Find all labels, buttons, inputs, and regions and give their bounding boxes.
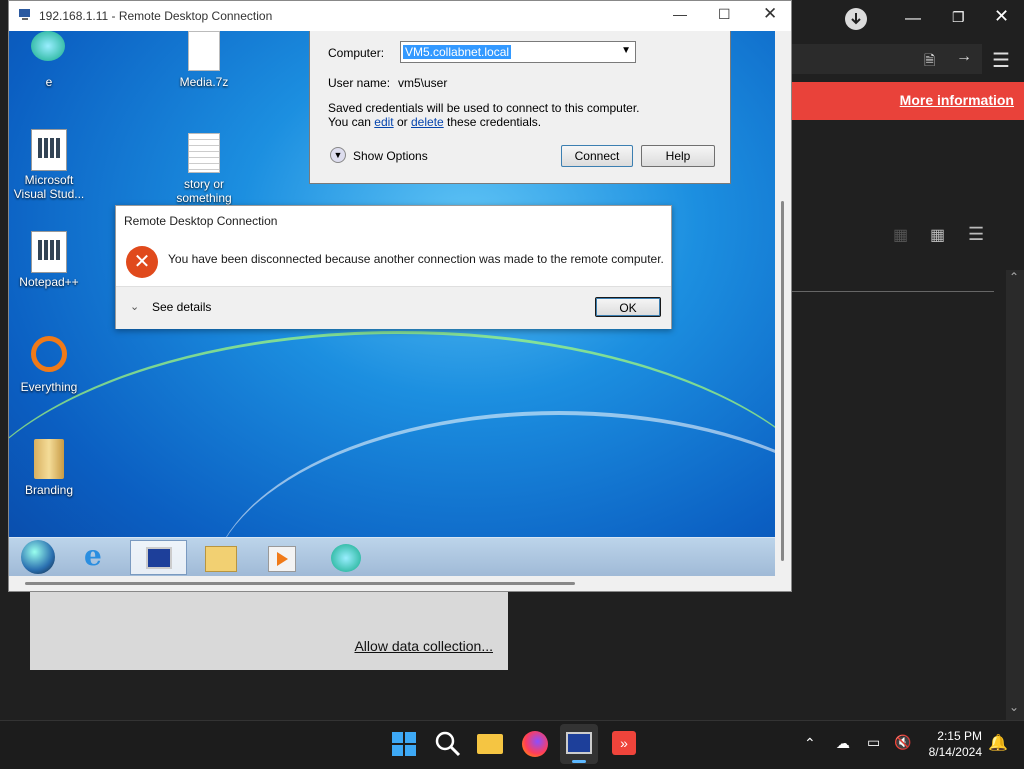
note-text: or xyxy=(396,115,408,129)
internet-explorer-icon[interactable]: e xyxy=(71,540,125,575)
search-icon[interactable] xyxy=(433,729,463,759)
clock[interactable]: 2:15 PM 8/14/2024 xyxy=(922,729,982,759)
rdp-window-title: 192.168.1.11 - Remote Desktop Connection xyxy=(39,9,273,23)
clock-date: 8/14/2024 xyxy=(928,745,982,759)
anydesk-icon[interactable]: » xyxy=(610,729,640,759)
dropdown-arrow-icon[interactable]: ▼ xyxy=(621,45,631,56)
remote-desktop[interactable]: e Media.7z Microsoft Visual Stud... stor… xyxy=(9,31,775,576)
desktop-icon-label: story or something xyxy=(176,177,232,205)
computer-label: Computer: xyxy=(328,46,385,60)
info-banner: More information xyxy=(792,82,1024,120)
ok-button[interactable]: OK xyxy=(595,297,661,317)
error-icon: ✕ xyxy=(126,246,158,278)
rdp-close-icon[interactable]: ✕ xyxy=(763,4,777,24)
address-bar[interactable]: 🗎 → xyxy=(792,44,982,74)
host-scrollbar[interactable]: ⌃ ⌄ xyxy=(1006,270,1024,720)
note-text: You can xyxy=(328,115,371,129)
remote-taskbar: e xyxy=(9,537,775,576)
visual-studio-icon xyxy=(31,129,67,171)
volume-muted-icon[interactable]: 🔇 xyxy=(894,734,911,751)
media-player-icon[interactable] xyxy=(255,540,309,575)
delete-link[interactable]: delete xyxy=(411,115,444,129)
desktop-icon-media[interactable]: Media.7z xyxy=(164,31,244,89)
host-taskbar: » ⌃ ☁ ▭ 🔇 2:15 PM 8/14/2024 🔔 xyxy=(0,720,1024,769)
desktop-icon-label: Branding xyxy=(24,483,74,497)
grid-small-icon[interactable]: ▦ xyxy=(893,225,908,245)
show-options-label[interactable]: Show Options xyxy=(353,149,428,163)
scroll-up-icon[interactable]: ⌃ xyxy=(1009,270,1019,284)
see-details-chevron-icon[interactable]: ⌄ xyxy=(130,300,139,313)
menu-icon[interactable]: ☰ xyxy=(992,48,1010,73)
credentials-links: You can edit or delete these credentials… xyxy=(328,115,541,129)
connect-button[interactable]: Connect xyxy=(561,145,633,167)
grid-large-icon[interactable]: ▦ xyxy=(930,225,945,245)
more-information-link[interactable]: More information xyxy=(900,92,1014,108)
network-icon[interactable]: ▭ xyxy=(867,734,880,751)
windows-start-icon[interactable] xyxy=(389,729,419,759)
computer-value: VM5.collabnet.local xyxy=(403,45,512,59)
help-button[interactable]: Help xyxy=(641,145,715,167)
explorer-folder-icon[interactable] xyxy=(194,540,248,575)
desktop-icon-story[interactable]: story or something xyxy=(164,133,244,205)
desktop-icon-label: Everything xyxy=(20,380,78,394)
disconnect-error-dialog: Remote Desktop Connection ✕ You have bee… xyxy=(115,205,672,329)
firefox-icon[interactable] xyxy=(520,729,550,759)
rdp-taskbar-icon[interactable] xyxy=(130,540,187,575)
desktop-icon-label: Media.7z xyxy=(179,75,229,89)
file-icon xyxy=(186,31,222,71)
rdp-app-icon xyxy=(18,8,32,22)
rdp-window: 192.168.1.11 - Remote Desktop Connection… xyxy=(8,0,792,592)
show-hidden-icons-icon[interactable]: ⌃ xyxy=(804,735,816,752)
list-view-icon[interactable]: ☰ xyxy=(968,224,984,245)
rdp-host-taskbar-icon[interactable] xyxy=(560,724,598,764)
onedrive-icon[interactable]: ☁ xyxy=(836,735,850,752)
everything-icon xyxy=(31,336,67,376)
rdp-horizontal-scrollbar[interactable] xyxy=(9,576,775,591)
username-label: User name: xyxy=(328,76,391,90)
folder-icon xyxy=(31,439,67,479)
desktop-icon-label: e xyxy=(45,75,53,89)
show-options-chevron-icon[interactable]: ▼ xyxy=(330,147,346,163)
data-collection-panel: Allow data collection... xyxy=(30,590,508,670)
start-orb-icon[interactable] xyxy=(11,540,65,575)
page-icon[interactable]: 🗎 xyxy=(924,50,935,74)
notification-bell-icon[interactable]: 🔔 xyxy=(988,733,1008,753)
download-icon[interactable] xyxy=(845,8,867,30)
edit-link[interactable]: edit xyxy=(374,115,393,129)
desktop-icon-everything[interactable]: Everything xyxy=(9,336,89,394)
close-icon[interactable]: ✕ xyxy=(994,6,1009,27)
note-text: these credentials. xyxy=(447,115,542,129)
notepadpp-icon xyxy=(31,231,67,273)
go-arrow-icon[interactable]: → xyxy=(956,48,972,66)
computer-combobox[interactable]: VM5.collabnet.local ▼ xyxy=(400,41,636,63)
saved-credentials-note: Saved credentials will be used to connec… xyxy=(328,101,640,115)
see-details-label[interactable]: See details xyxy=(152,300,211,314)
desktop-icon-e[interactable]: e xyxy=(9,31,89,89)
credentials-dialog: Computer: VM5.collabnet.local ▼ User nam… xyxy=(309,31,731,184)
rdp-minimize-icon[interactable]: — xyxy=(673,6,687,22)
desktop-icon-notepadpp[interactable]: Notepad++ xyxy=(9,231,89,289)
error-message: You have been disconnected because anoth… xyxy=(168,252,664,266)
app-taskbar-icon[interactable] xyxy=(319,540,373,575)
divider xyxy=(792,291,994,292)
desktop-icon-label: Microsoft Visual Stud... xyxy=(13,173,85,201)
clock-time: 2:15 PM xyxy=(937,729,982,743)
text-file-icon xyxy=(186,133,222,173)
error-dialog-title: Remote Desktop Connection xyxy=(124,214,278,228)
rdp-maximize-icon[interactable]: ☐ xyxy=(718,6,731,23)
rdp-vertical-scrollbar[interactable] xyxy=(775,31,791,576)
restore-icon[interactable]: ❐ xyxy=(952,9,965,26)
scroll-down-icon[interactable]: ⌄ xyxy=(1009,700,1019,714)
minimize-icon[interactable]: — xyxy=(905,10,921,28)
desktop-icon-label: Notepad++ xyxy=(19,275,79,289)
error-dialog-footer: ⌄ See details OK xyxy=(116,286,671,329)
allow-data-collection-link[interactable]: Allow data collection... xyxy=(354,638,493,654)
app-icon xyxy=(31,31,67,71)
file-explorer-icon[interactable] xyxy=(477,729,507,759)
rdp-titlebar: 192.168.1.11 - Remote Desktop Connection… xyxy=(9,1,791,31)
desktop-icon-visual-studio[interactable]: Microsoft Visual Stud... xyxy=(9,129,89,201)
desktop-icon-branding[interactable]: Branding xyxy=(9,439,89,497)
username-value: vm5\user xyxy=(398,76,448,90)
